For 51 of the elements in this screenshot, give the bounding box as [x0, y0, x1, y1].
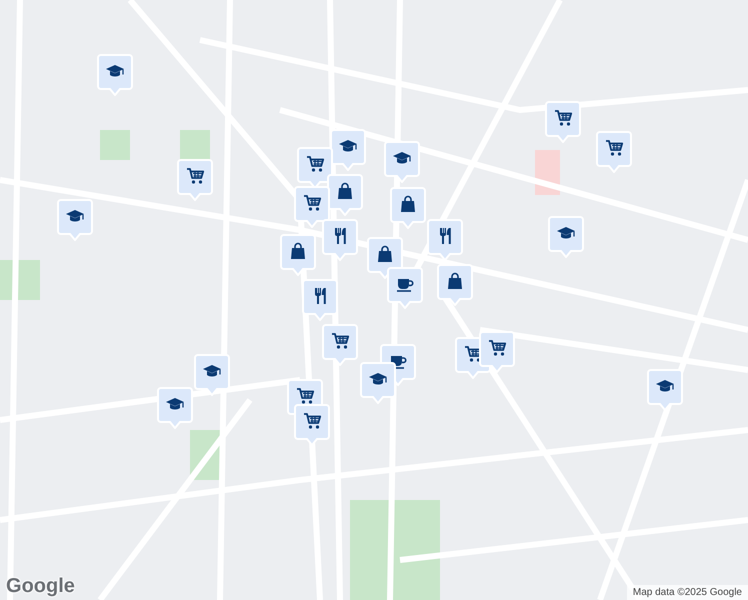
shopping-cart-icon: [307, 156, 324, 172]
shopping-bag-icon: [378, 246, 392, 262]
mortarboard-icon: [106, 65, 124, 76]
shopping-bag-icon: [291, 242, 305, 259]
mortarboard-icon: [66, 210, 84, 222]
school-marker[interactable]: [97, 54, 133, 96]
mortarboard-icon: [339, 140, 357, 152]
school-marker[interactable]: [647, 369, 683, 411]
mortarboard-icon: [203, 365, 221, 376]
shopping-bag-marker[interactable]: [390, 187, 426, 229]
fork-knife-icon: [335, 228, 346, 244]
shopping-cart-marker[interactable]: [322, 324, 358, 366]
google-logo: Google: [6, 575, 75, 598]
shopping-bag-icon: [338, 182, 352, 199]
shopping-cart-icon: [304, 413, 322, 429]
shopping-cart-marker[interactable]: [177, 159, 213, 201]
shopping-cart-marker[interactable]: [596, 131, 632, 173]
restaurant-marker[interactable]: [427, 219, 463, 261]
shopping-bag-marker[interactable]: [280, 234, 316, 276]
shopping-cart-marker[interactable]: [545, 101, 581, 143]
shopping-bag-icon: [448, 272, 462, 289]
mortarboard-icon: [166, 398, 184, 410]
fork-knife-icon: [315, 288, 326, 304]
park-area: [100, 130, 130, 160]
shopping-cart-marker[interactable]: [294, 404, 330, 446]
shopping-cart-icon: [555, 110, 572, 126]
school-marker[interactable]: [194, 354, 230, 396]
restaurant-marker[interactable]: [302, 279, 338, 321]
shopping-cart-icon: [489, 340, 506, 356]
shopping-cart-marker[interactable]: [479, 331, 515, 373]
shopping-bag-icon: [401, 196, 415, 212]
cafe-marker[interactable]: [387, 267, 423, 309]
map-attribution: Map data ©2025 Google: [626, 585, 748, 600]
shopping-cart-icon: [304, 195, 322, 211]
shopping-bag-marker[interactable]: [437, 264, 473, 306]
school-marker[interactable]: [360, 362, 396, 404]
school-marker[interactable]: [57, 199, 93, 241]
mortarboard-icon: [369, 373, 387, 384]
shopping-cart-icon: [297, 388, 314, 404]
mortarboard-icon: [557, 227, 575, 238]
school-marker[interactable]: [548, 216, 584, 258]
coffee-cup-icon: [397, 279, 414, 292]
shopping-cart-icon: [606, 140, 624, 156]
school-marker[interactable]: [384, 141, 420, 183]
fork-knife-icon: [440, 228, 451, 244]
mortarboard-icon: [656, 380, 674, 392]
school-marker[interactable]: [157, 387, 193, 429]
shopping-cart-icon: [187, 168, 204, 184]
shopping-cart-icon: [332, 333, 350, 349]
restaurant-marker[interactable]: [322, 219, 358, 261]
mortarboard-icon: [393, 152, 411, 164]
